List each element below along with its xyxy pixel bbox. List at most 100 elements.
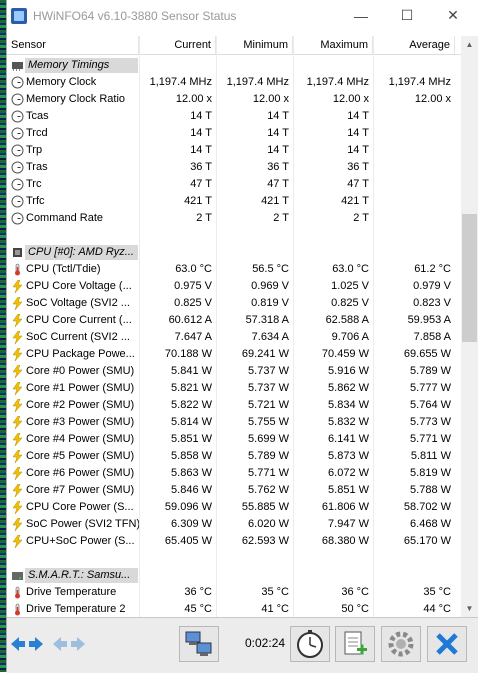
group-label: CPU [#0]: AMD Ryz... — [28, 246, 134, 258]
sensor-row[interactable]: Drive Temperature 36 °C 35 °C 36 °C 35 °C — [7, 584, 461, 601]
toolbar-nav-arrows-button[interactable] — [7, 626, 47, 662]
toolbar-stopwatch-button[interactable] — [290, 626, 330, 662]
current-value: 65.405 W — [164, 535, 212, 547]
lightning-icon — [11, 296, 24, 311]
average-value: 7.858 A — [413, 331, 451, 343]
title-bar[interactable]: HWiNFO64 v6.10-3880 Sensor Status — ☐ ✕ — [7, 0, 478, 31]
toolbar-nav-arrows-disabled-button[interactable] — [49, 626, 89, 662]
sensor-row[interactable]: Core #7 Power (SMU) 5.846 W 5.762 W 5.851 W… — [7, 482, 461, 499]
current-value: 5.822 W — [171, 399, 212, 411]
sensor-name: Core #2 Power (SMU) — [26, 399, 135, 411]
column-header-minimum[interactable]: Minimum — [216, 36, 293, 54]
vertical-scrollbar[interactable]: ▲ ▼ — [461, 36, 478, 617]
sensor-list[interactable]: Memory Timings Memory Clock 1,197.4 MHz 1,1… — [7, 57, 461, 617]
minimum-value: 5.755 W — [248, 416, 289, 428]
average-value — [374, 193, 455, 210]
maximum-value: 36 T — [347, 161, 369, 173]
sensor-row[interactable]: CPU Core Voltage (... 0.975 V 0.969 V 1.025… — [7, 278, 461, 295]
current-value: 5.846 W — [171, 484, 212, 496]
minimize-button[interactable]: — — [338, 0, 384, 31]
minimum-value: 5.771 W — [248, 467, 289, 479]
scroll-up-arrow-icon[interactable]: ▲ — [461, 36, 478, 53]
current-value: 70.188 W — [164, 348, 212, 360]
sensor-row[interactable]: Core #2 Power (SMU) 5.822 W 5.721 W 5.834 W… — [7, 397, 461, 414]
toolbar-network-button[interactable] — [179, 626, 219, 662]
sensor-group-row[interactable]: CPU [#0]: AMD Ryz... — [7, 244, 461, 261]
lightning-icon — [11, 449, 24, 464]
sensor-name: Core #4 Power (SMU) — [26, 433, 135, 445]
maximum-value: 12.00 x — [332, 93, 369, 105]
sensor-row[interactable]: Core #3 Power (SMU) 5.814 W 5.755 W 5.832 W… — [7, 414, 461, 431]
sensor-row[interactable]: CPU Package Powe... 70.188 W 69.241 W 70.45… — [7, 346, 461, 363]
sensor-row[interactable]: Memory Clock Ratio 12.00 x 12.00 x 12.00 x 1… — [7, 91, 461, 108]
sensor-group-row[interactable]: Memory Timings — [7, 57, 461, 74]
sensor-row[interactable]: Core #6 Power (SMU) 5.863 W 5.771 W 6.072 W… — [7, 465, 461, 482]
hwinfo-app-icon — [11, 7, 27, 24]
sensor-row[interactable]: Core #4 Power (SMU) 5.851 W 5.699 W 6.141 W… — [7, 431, 461, 448]
sensor-row[interactable]: CPU Core Current (... 60.612 A 57.318 A 62.… — [7, 312, 461, 329]
lightning-icon — [11, 347, 24, 362]
lightning-icon — [11, 534, 24, 549]
current-value: 36 T — [190, 161, 212, 173]
maximum-value: 7.947 W — [328, 518, 369, 530]
sensor-row[interactable]: Core #1 Power (SMU) 5.821 W 5.737 W 5.862 W… — [7, 380, 461, 397]
sensor-row[interactable]: Tcas 14 T 14 T 14 T — [7, 108, 461, 125]
sensor-row[interactable]: Command Rate 2 T 2 T 2 T — [7, 210, 461, 227]
average-value: 61.2 °C — [414, 263, 451, 275]
column-header-average[interactable]: Average — [373, 36, 455, 54]
minimum-value: 35 °C — [261, 586, 289, 598]
maximize-button[interactable]: ☐ — [384, 0, 430, 31]
lightning-icon — [11, 500, 24, 515]
sensor-name: Memory Clock — [26, 76, 97, 88]
sensor-row[interactable]: Drive Temperature 2 45 °C 41 °C 50 °C 44 °C — [7, 601, 461, 617]
average-value — [374, 125, 455, 142]
scroll-down-arrow-icon[interactable]: ▼ — [461, 600, 478, 617]
scrollbar-thumb[interactable] — [462, 214, 477, 342]
column-header-maximum[interactable]: Maximum — [293, 36, 373, 54]
sensor-row[interactable]: Trc 47 T 47 T 47 T — [7, 176, 461, 193]
sensor-name: Tcas — [26, 110, 49, 122]
column-header-current[interactable]: Current — [139, 36, 216, 54]
sensor-row[interactable]: Memory Clock 1,197.4 MHz 1,197.4 MHz 1,197.… — [7, 74, 461, 91]
current-value: 5.858 W — [171, 450, 212, 462]
sensor-row[interactable]: Trp 14 T 14 T 14 T — [7, 142, 461, 159]
sensor-row[interactable]: SoC Power (SVI2 TFN) 6.309 W 6.020 W 7.947 … — [7, 516, 461, 533]
minimum-value: 2 T — [273, 212, 289, 224]
thermometer-icon — [11, 586, 24, 599]
maximum-value: 9.706 A — [331, 331, 369, 343]
maximum-value: 36 °C — [341, 586, 369, 598]
sensor-row[interactable]: SoC Current (SVI2 ... 7.647 A 7.634 A 9.706… — [7, 329, 461, 346]
sensor-row[interactable]: Tras 36 T 36 T 36 T — [7, 159, 461, 176]
sensor-row[interactable]: Trcd 14 T 14 T 14 T — [7, 125, 461, 142]
sensor-row[interactable]: Trfc 421 T 421 T 421 T — [7, 193, 461, 210]
lightning-icon — [11, 279, 24, 294]
sensor-row[interactable]: CPU+SoC Power (S... 65.405 W 62.593 W 68.38… — [7, 533, 461, 550]
minimum-value: 57.318 A — [245, 314, 289, 326]
sensor-name: CPU Core Power (S... — [26, 501, 134, 513]
maximum-value: 50 °C — [341, 603, 369, 615]
sensor-row[interactable]: Core #5 Power (SMU) 5.858 W 5.789 W 5.873 W… — [7, 448, 461, 465]
sensor-row[interactable]: Core #0 Power (SMU) 5.841 W 5.737 W 5.916 W… — [7, 363, 461, 380]
minimum-value: 69.241 W — [241, 348, 289, 360]
sensor-group-row[interactable]: S.M.A.R.T.: Samsu... — [7, 567, 461, 584]
minimum-value: 5.762 W — [248, 484, 289, 496]
toolbar-settings-button[interactable] — [381, 626, 421, 662]
sensor-name: Drive Temperature — [26, 586, 117, 598]
current-value: 7.647 A — [174, 331, 212, 343]
sensor-name: CPU (Tctl/Tdie) — [26, 263, 101, 275]
average-value — [374, 176, 455, 193]
sensor-row[interactable]: CPU (Tctl/Tdie) 63.0 °C 56.5 °C 63.0 °C 61.2… — [7, 261, 461, 278]
maximum-value: 0.825 V — [331, 297, 369, 309]
minimum-value: 55.885 W — [241, 501, 289, 513]
sensor-name: Trcd — [26, 127, 48, 139]
lightning-icon — [11, 398, 24, 413]
toolbar-close-button[interactable] — [427, 626, 467, 662]
column-header-sensor[interactable]: Sensor — [7, 36, 139, 54]
sensor-row[interactable]: SoC Voltage (SVI2 ... 0.825 V 0.819 V 0.825… — [7, 295, 461, 312]
sensor-name: SoC Voltage (SVI2 ... — [26, 297, 130, 309]
close-button[interactable]: ✕ — [430, 0, 476, 31]
sensor-name: Core #1 Power (SMU) — [26, 382, 135, 394]
sensor-row[interactable]: CPU Core Power (S... 59.096 W 55.885 W 61.8… — [7, 499, 461, 516]
sensor-name: CPU Core Voltage (... — [26, 280, 132, 292]
toolbar-add-report-button[interactable] — [335, 626, 375, 662]
